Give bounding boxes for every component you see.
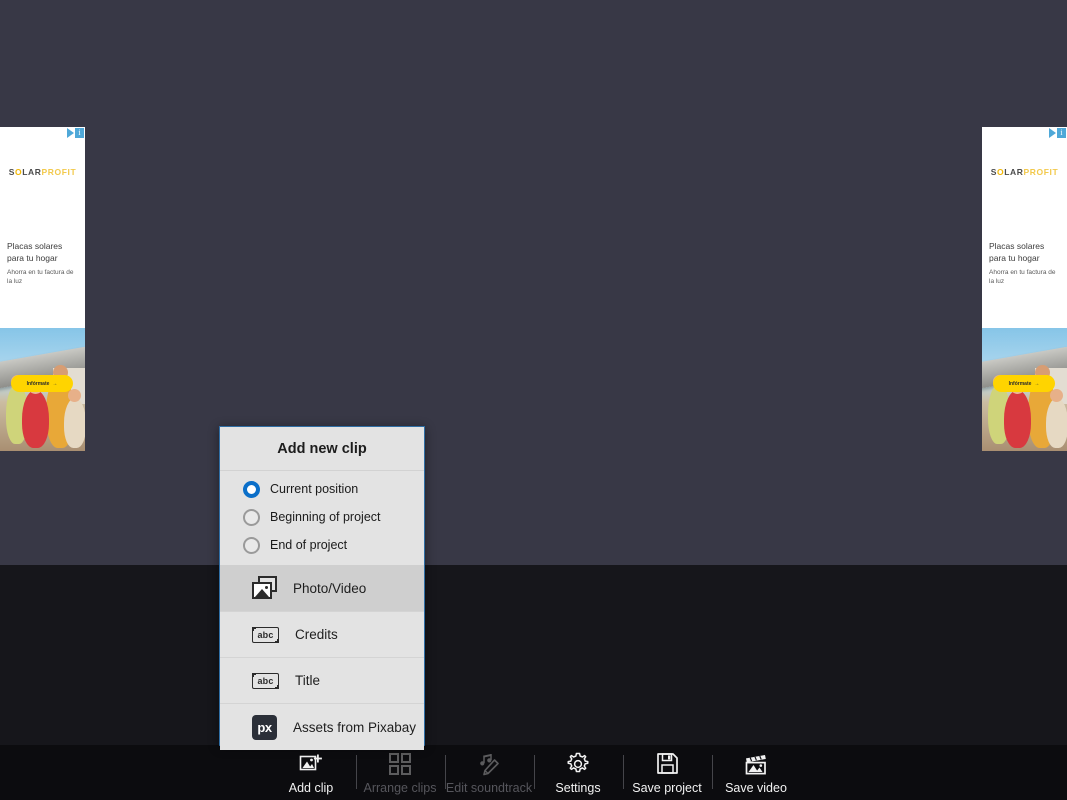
toolbar-label: Add clip xyxy=(288,780,334,795)
toolbar-button-save-project[interactable]: Save project xyxy=(622,745,712,800)
toolbar-label: Arrange clips xyxy=(363,780,437,795)
ad-logo-profit: PROFIT xyxy=(1023,167,1059,177)
gear-icon xyxy=(565,751,591,777)
radio-label: Current position xyxy=(270,482,359,496)
abc-text-icon: abc xyxy=(252,626,279,643)
ad-cta-button[interactable]: Infórmate → xyxy=(993,375,1055,392)
ad-cta-button[interactable]: Infórmate → xyxy=(11,375,73,392)
music-pencil-icon xyxy=(476,751,502,777)
ad-logo-lar: LAR xyxy=(22,167,42,177)
grid-squares-icon xyxy=(387,751,413,777)
radio-end-of-project[interactable]: End of project xyxy=(220,531,424,559)
radio-label: End of project xyxy=(270,538,348,552)
toolbar-label: Edit soundtrack xyxy=(445,780,533,795)
position-radio-group: Current position Beginning of project En… xyxy=(220,471,424,565)
toolbar-button-edit-soundtrack[interactable]: Edit soundtrack xyxy=(444,745,534,800)
app-root: i SOLARPROFIT Placas solares para tu hog… xyxy=(0,0,1067,800)
ad-person xyxy=(1004,379,1031,448)
menu-item-label: Photo/Video xyxy=(293,581,367,596)
abc-glyph: abc xyxy=(257,629,274,640)
ad-cta-label: Infórmate xyxy=(1008,380,1032,387)
ad-banner-right[interactable]: i SOLARPROFIT Placas solares para tu hog… xyxy=(982,127,1067,451)
timeline-area xyxy=(0,565,1067,745)
abc-text-icon: abc xyxy=(252,672,279,689)
radio-unselected-icon xyxy=(243,536,260,554)
ad-person xyxy=(1046,389,1067,448)
dialog-title: Add new clip xyxy=(220,427,424,471)
ad-person xyxy=(64,389,85,448)
ad-content-left: SOLARPROFIT Placas solares para tu hogar… xyxy=(0,138,85,451)
adchoices-triangle-icon xyxy=(1049,127,1056,138)
add-clip-icon xyxy=(298,751,324,777)
toolbar-label: Settings xyxy=(555,780,601,795)
toolbar-label: Save video xyxy=(725,780,787,795)
ad-logo: SOLARPROFIT xyxy=(0,167,85,177)
ad-banner-left[interactable]: i SOLARPROFIT Placas solares para tu hog… xyxy=(0,127,85,451)
arrow-right-icon: → xyxy=(52,380,58,387)
toolbar-button-save-video[interactable]: Save video xyxy=(711,745,801,800)
ad-subline: Ahorra en tu factura de la luz xyxy=(989,269,1056,285)
adchoices-icon[interactable]: i xyxy=(1038,127,1066,138)
toolbar-button-arrange-clips[interactable]: Arrange clips xyxy=(355,745,445,800)
toolbar-label: Save project xyxy=(632,780,702,795)
clip-type-menu: Photo/Video abc Credits abc Title px Ass… xyxy=(220,565,424,750)
menu-item-label: Assets from Pixabay xyxy=(293,719,417,735)
ad-logo: SOLARPROFIT xyxy=(982,167,1067,177)
adchoices-info-icon: i xyxy=(75,127,84,138)
ad-logo-profit: PROFIT xyxy=(41,167,77,177)
floppy-disk-icon xyxy=(654,751,680,777)
clapperboard-icon xyxy=(743,751,769,777)
ad-headline: Placas solares para tu hogar xyxy=(7,241,63,263)
radio-current-position[interactable]: Current position xyxy=(220,475,424,503)
radio-selected-icon xyxy=(243,480,260,498)
adchoices-info-icon: i xyxy=(1057,127,1066,138)
menu-item-assets-from-pixabay[interactable]: px Assets from Pixabay xyxy=(220,704,424,750)
radio-beginning-of-project[interactable]: Beginning of project xyxy=(220,503,424,531)
arrow-right-icon: → xyxy=(1034,380,1040,387)
radio-label: Beginning of project xyxy=(270,510,381,524)
toolbar-button-settings[interactable]: Settings xyxy=(533,745,623,800)
menu-item-label: Title xyxy=(295,673,321,688)
add-new-clip-dialog: Add new clip Current position Beginning … xyxy=(219,426,425,750)
ad-person xyxy=(22,379,49,448)
ad-logo-lar: LAR xyxy=(1004,167,1024,177)
ad-cta-label: Infórmate xyxy=(26,380,50,387)
photo-video-icon xyxy=(252,576,277,601)
adchoices-triangle-icon xyxy=(67,127,74,138)
adchoices-icon[interactable]: i xyxy=(56,127,84,138)
abc-glyph: abc xyxy=(257,675,274,686)
ad-subline: Ahorra en tu factura de la luz xyxy=(7,269,74,285)
ad-content-right: SOLARPROFIT Placas solares para tu hogar… xyxy=(982,138,1067,451)
ad-headline: Placas solares para tu hogar xyxy=(989,241,1045,263)
pixabay-icon: px xyxy=(252,714,277,740)
preview-area xyxy=(0,0,1067,565)
toolbar-button-add-clip[interactable]: Add clip xyxy=(267,745,356,800)
menu-item-label: Credits xyxy=(295,627,338,642)
bottom-toolbar: Add clip Arrange clips Edit soundtrack S… xyxy=(0,745,1067,800)
menu-item-photo-video[interactable]: Photo/Video xyxy=(220,566,424,612)
pixabay-glyph: px xyxy=(257,719,272,735)
menu-item-title[interactable]: abc Title xyxy=(220,658,424,704)
menu-item-credits[interactable]: abc Credits xyxy=(220,612,424,658)
radio-unselected-icon xyxy=(243,508,260,526)
